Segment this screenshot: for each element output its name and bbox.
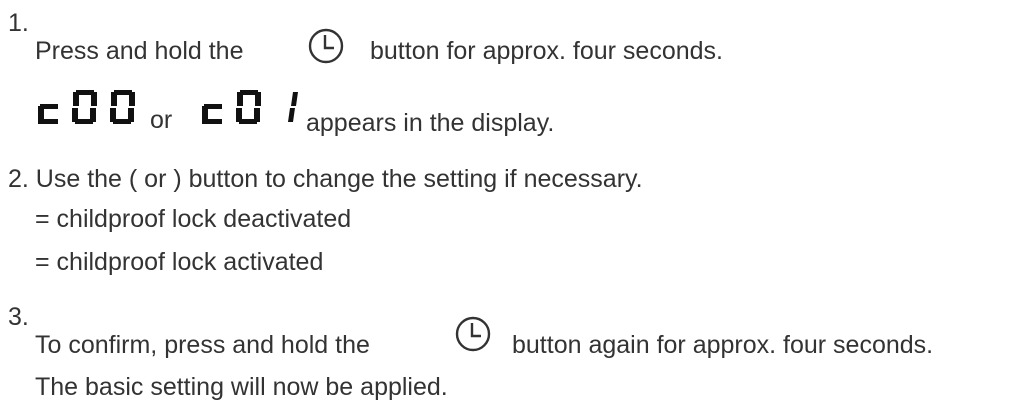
step-1-number: 1. xyxy=(8,9,29,37)
clock-icon xyxy=(455,316,491,352)
step-3-text-after: button again for approx. four seconds. xyxy=(512,331,934,359)
option-deactivated: = childproof lock deactivated xyxy=(35,205,352,233)
option-activated: = childproof lock activated xyxy=(35,248,324,276)
step-1-appears-text: appears in the display. xyxy=(306,109,555,137)
step-3-text-before: To confirm, press and hold the xyxy=(35,331,370,359)
display-c00-graphic xyxy=(38,90,135,124)
step-3-note: The basic setting will now be applied. xyxy=(35,373,448,401)
step-1-text-after: button for approx. four seconds. xyxy=(370,37,723,65)
display-or-text: or xyxy=(150,106,173,134)
step-1-text-before: Press and hold the xyxy=(35,37,244,65)
clock-icon xyxy=(308,28,344,64)
step-2-text: 2. Use the ( or ) button to change the s… xyxy=(8,165,643,193)
step-3-number: 3. xyxy=(8,303,29,331)
display-c01-graphic xyxy=(202,90,298,124)
